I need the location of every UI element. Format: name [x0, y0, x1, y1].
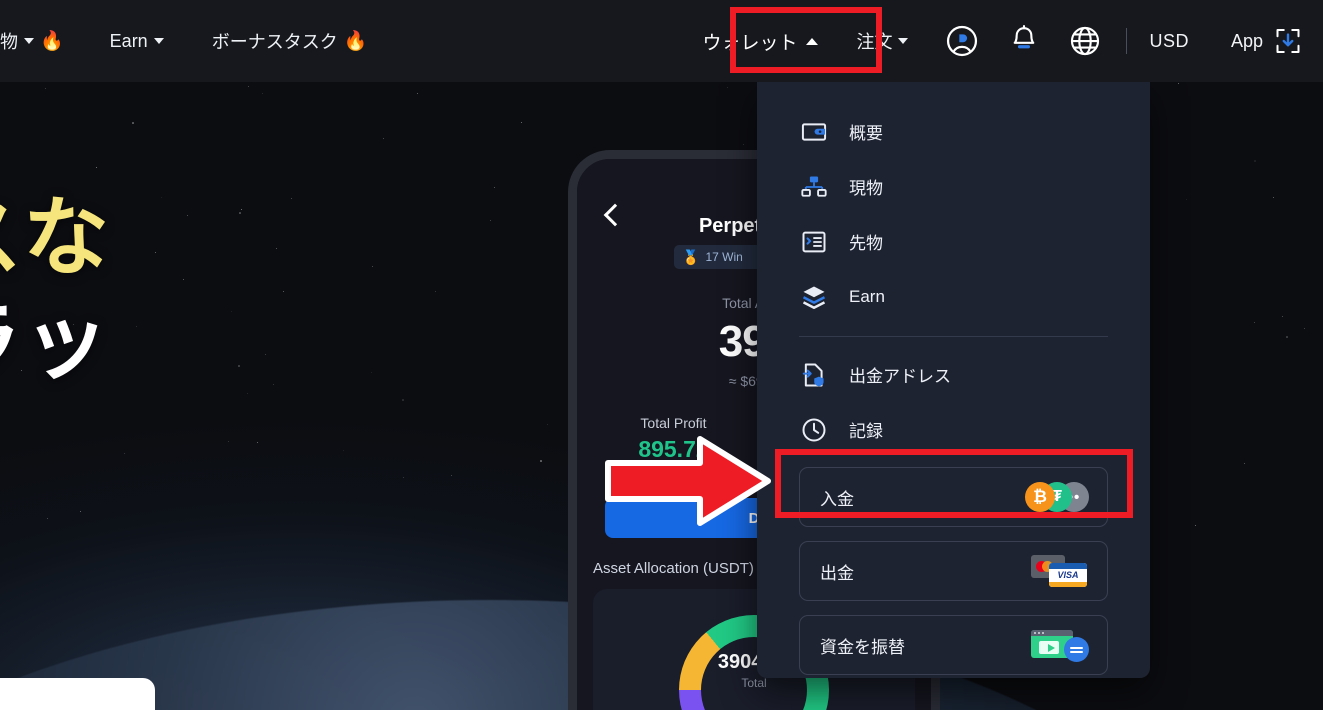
- hero-line-1: ーレスな: [0, 186, 522, 290]
- menu-card-transfer[interactable]: 資金を振替: [799, 615, 1108, 675]
- menu-card-label: 入金: [820, 485, 854, 510]
- orders-menu-button[interactable]: 注文: [856, 28, 908, 54]
- history-clock-icon: [799, 415, 829, 445]
- menu-card-label: 資金を振替: [820, 633, 905, 658]
- menu-item-overview[interactable]: 概要: [757, 104, 1150, 159]
- nav-item-label: Earn: [110, 31, 148, 52]
- flame-icon: 🔥: [344, 29, 368, 53]
- orders-button-label: 注文: [856, 28, 892, 54]
- nav-item-products[interactable]: 物 🔥: [0, 28, 64, 54]
- menu-card-deposit[interactable]: 入金 •• ₮ ₿: [799, 467, 1108, 527]
- chevron-down-icon: [154, 38, 164, 44]
- menu-item-label: Earn: [849, 287, 885, 307]
- header-left-nav: 物 🔥 Earn ボーナスタスク 🔥: [0, 0, 367, 82]
- spot-icon: [799, 172, 829, 202]
- language-globe-icon[interactable]: [1068, 24, 1102, 58]
- header-right-nav: ウォレット 注文 USD App: [702, 0, 1323, 82]
- futures-icon: [799, 227, 829, 257]
- account-icon[interactable]: [944, 23, 980, 59]
- medal-icon: 🏅: [682, 249, 699, 266]
- hero-line-3: ーム: [0, 394, 522, 498]
- menu-item-label: 記録: [849, 417, 883, 442]
- swap-arrows-icon: [1064, 637, 1089, 662]
- wallet-overview-icon: [799, 117, 829, 147]
- download-app-icon[interactable]: [1273, 26, 1303, 56]
- menu-item-label: 先物: [849, 229, 883, 254]
- menu-card-label: 出金: [820, 559, 854, 584]
- earn-layers-icon: [799, 282, 829, 312]
- stat-label: Total Profit: [593, 415, 754, 431]
- hero-white-card: [0, 678, 155, 710]
- chevron-down-icon: [24, 38, 34, 44]
- flame-icon: 🔥: [40, 29, 64, 53]
- credit-cards-icon: VISA: [1031, 555, 1089, 587]
- pointer-arrow-annotation: [604, 433, 772, 529]
- app-label[interactable]: App: [1231, 31, 1263, 52]
- header-divider: [1126, 28, 1127, 54]
- site-header: 物 🔥 Earn ボーナスタスク 🔥 ウォレット 注文 USD App: [0, 0, 1323, 82]
- menu-item-withdraw-address[interactable]: 出金アドレス: [757, 347, 1150, 402]
- chevron-up-icon: [806, 38, 818, 45]
- menu-item-label: 現物: [849, 174, 883, 199]
- nav-item-label: ボーナスタスク: [212, 28, 338, 54]
- withdraw-address-icon: [799, 360, 829, 390]
- menu-item-spot[interactable]: 現物: [757, 159, 1150, 214]
- menu-item-label: 概要: [849, 119, 883, 144]
- nav-item-label: 物: [0, 28, 18, 54]
- bitcoin-coin-icon: ₿: [1025, 482, 1055, 512]
- chevron-down-icon: [898, 38, 908, 44]
- menu-item-history[interactable]: 記録: [757, 402, 1150, 457]
- wallet-button-label: ウォレット: [702, 28, 797, 55]
- transfer-icon: [1031, 628, 1089, 662]
- menu-item-earn[interactable]: Earn: [757, 269, 1150, 324]
- menu-divider: [799, 336, 1108, 337]
- wallet-dropdown-menu[interactable]: 概要 現物 先物 Earn 出金アドレス 記録 入金 •• ₮ ₿ 出金 VIS…: [757, 82, 1150, 678]
- nav-item-earn[interactable]: Earn: [110, 31, 164, 52]
- nav-item-bonus-task[interactable]: ボーナスタスク 🔥: [212, 28, 368, 54]
- hero-line-2: 産プラッ: [0, 290, 522, 394]
- visa-label: VISA: [1049, 570, 1087, 580]
- menu-card-withdraw[interactable]: 出金 VISA: [799, 541, 1108, 601]
- hero-headline: ーレスな 産プラッ ーム: [0, 186, 522, 498]
- deposit-art: •• ₮ ₿: [1025, 482, 1089, 512]
- currency-selector[interactable]: USD: [1149, 31, 1189, 52]
- notification-bell-icon[interactable]: [1008, 24, 1040, 58]
- withdraw-art: VISA: [1031, 555, 1089, 587]
- menu-item-futures[interactable]: 先物: [757, 214, 1150, 269]
- visa-card-icon: VISA: [1049, 563, 1087, 587]
- crypto-coin-cluster: •• ₮ ₿: [1025, 482, 1089, 512]
- menu-item-label: 出金アドレス: [849, 362, 951, 387]
- transfer-art: [1031, 628, 1089, 662]
- win-badge-label: 17 Win: [705, 250, 742, 264]
- wallet-menu-button[interactable]: ウォレット: [702, 28, 818, 55]
- donut-total-label: Total: [593, 676, 915, 690]
